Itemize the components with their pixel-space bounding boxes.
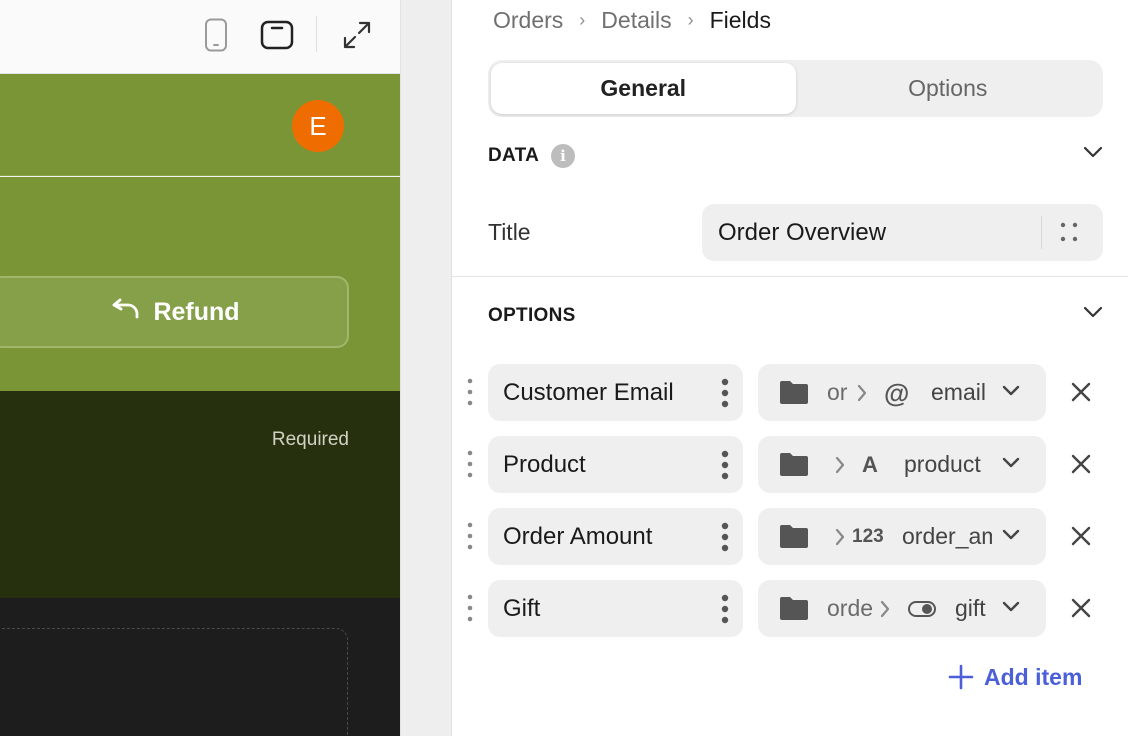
folder-icon	[780, 381, 808, 404]
tab-general[interactable]: General	[491, 63, 796, 114]
breadcrumb: Orders › Details › Fields	[493, 4, 771, 36]
option-label: Customer Email	[503, 378, 674, 406]
breadcrumb-item-details[interactable]: Details	[601, 7, 671, 34]
close-icon[interactable]	[1068, 451, 1094, 477]
required-label: Required	[271, 429, 349, 450]
drag-handle-icon[interactable]	[464, 450, 476, 478]
more-options-icon[interactable]	[721, 522, 729, 552]
option-label: Order Amount	[503, 522, 653, 550]
folder-icon	[780, 525, 808, 548]
preview-toolbar	[0, 0, 400, 74]
toggle-type-icon	[908, 594, 936, 624]
info-icon[interactable]: i	[551, 144, 576, 168]
section-divider	[452, 276, 1128, 277]
chevron-right-icon	[835, 528, 845, 546]
add-item-button[interactable]: Add item	[948, 660, 1082, 694]
option-label-input[interactable]: Product	[488, 436, 743, 493]
number-type-icon: 123	[852, 526, 884, 547]
option-label: Product	[503, 450, 586, 478]
phone-icon[interactable]	[198, 15, 234, 55]
expand-icon[interactable]	[339, 15, 375, 55]
plus-icon	[948, 664, 974, 690]
title-input[interactable]: Order Overview	[702, 204, 1103, 261]
options-section-header[interactable]: OPTIONS	[488, 301, 1103, 331]
form-section	[0, 391, 400, 598]
variable-picker-icon[interactable]	[1060, 222, 1078, 242]
drag-handle-icon[interactable]	[464, 378, 476, 406]
more-options-icon[interactable]	[721, 378, 729, 408]
at-icon: @	[884, 377, 910, 408]
chevron-right-icon: ›	[579, 9, 586, 30]
field-name: product	[904, 451, 981, 477]
input-divider	[1041, 216, 1042, 249]
folder-icon	[780, 597, 808, 620]
field-name: email	[931, 379, 986, 405]
chevron-down-icon	[1002, 457, 1020, 468]
section-title: OPTIONS	[488, 305, 576, 326]
refund-button[interactable]: Refund	[0, 276, 349, 348]
drag-handle-icon[interactable]	[464, 522, 476, 550]
option-row: Gift orde gift	[452, 580, 1128, 637]
app-preview: E Refund Required	[0, 0, 400, 736]
path-prefix: or	[827, 379, 848, 405]
toolbar-divider	[316, 16, 317, 52]
tab-options[interactable]: Options	[796, 63, 1101, 114]
field-path-select[interactable]: 123 order_amount	[758, 508, 1046, 565]
tab-bar: General Options	[488, 60, 1103, 117]
more-options-icon[interactable]	[721, 594, 729, 624]
properties-panel: Orders › Details › Fields General Option…	[452, 0, 1128, 736]
field-path-select[interactable]: or @ email	[758, 364, 1046, 421]
close-icon[interactable]	[1068, 379, 1094, 405]
data-section-header[interactable]: DATA i	[488, 141, 1103, 171]
option-label-input[interactable]: Order Amount	[488, 508, 743, 565]
section-title: DATA	[488, 145, 540, 166]
chevron-down-icon	[1002, 601, 1020, 612]
text-type-icon: A	[862, 452, 878, 477]
more-options-icon[interactable]	[721, 450, 729, 480]
path-prefix: orde	[827, 595, 873, 621]
option-label-input[interactable]: Customer Email	[488, 364, 743, 421]
option-label: Gift	[503, 594, 541, 622]
field-name: gift	[955, 595, 986, 621]
refund-label: Refund	[153, 297, 240, 326]
chevron-right-icon: ›	[687, 9, 694, 30]
folder-icon	[780, 453, 808, 476]
chevron-right-icon	[880, 600, 890, 618]
option-row: Product A product	[452, 436, 1128, 493]
chevron-down-icon	[1002, 385, 1020, 396]
chevron-down-icon[interactable]	[1083, 146, 1103, 158]
tablet-icon[interactable]	[259, 15, 295, 55]
option-row: Order Amount 123 order_amount	[452, 508, 1128, 565]
chevron-down-icon[interactable]	[1083, 306, 1103, 318]
panel-gutter	[400, 0, 452, 736]
title-label: Title	[488, 219, 531, 245]
title-value: Order Overview	[718, 218, 887, 246]
close-icon[interactable]	[1068, 595, 1094, 621]
field-path-select[interactable]: A product	[758, 436, 1046, 493]
option-row: Customer Email or @ email	[452, 364, 1128, 421]
add-item-label: Add item	[984, 663, 1083, 690]
breadcrumb-item-fields: Fields	[709, 6, 771, 33]
close-icon[interactable]	[1068, 523, 1094, 549]
breadcrumb-item-orders[interactable]: Orders	[493, 7, 563, 34]
chevron-down-icon	[1002, 529, 1020, 540]
chevron-right-icon	[857, 384, 867, 402]
undo-icon	[111, 297, 141, 328]
option-label-input[interactable]: Gift	[488, 580, 743, 637]
field-name: order_amount	[902, 523, 992, 549]
field-path-select[interactable]: orde gift	[758, 580, 1046, 637]
drag-handle-icon[interactable]	[464, 594, 476, 622]
drop-zone	[0, 628, 348, 736]
chevron-right-icon	[835, 456, 845, 474]
avatar[interactable]: E	[292, 100, 344, 152]
